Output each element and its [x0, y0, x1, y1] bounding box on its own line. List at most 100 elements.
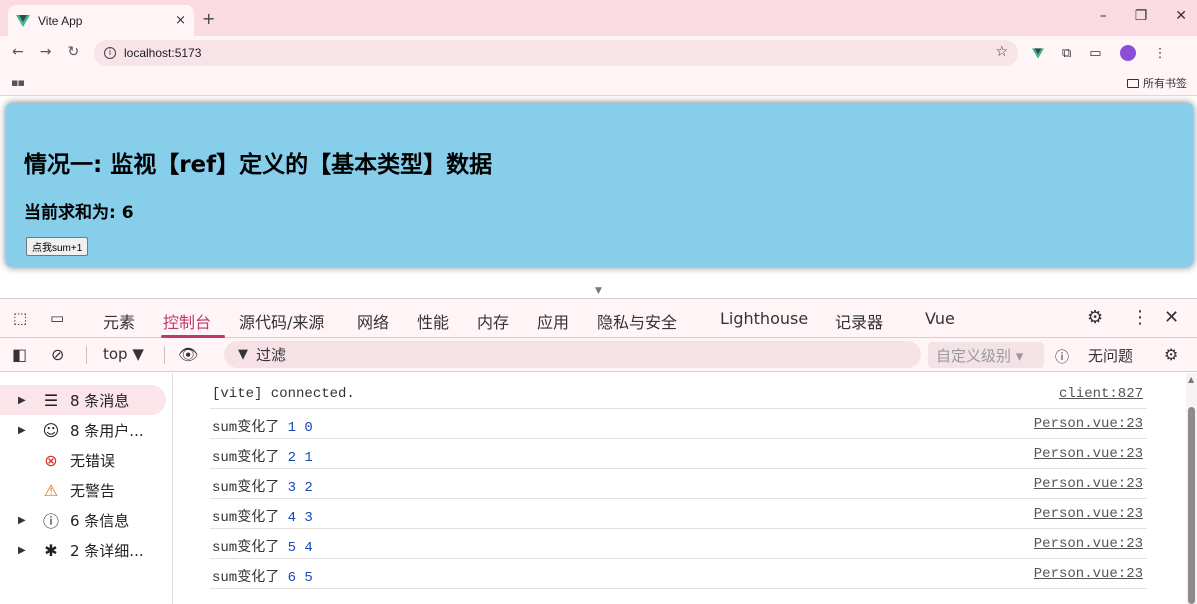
console-log-row: sum变化了 2 1 Person.vue:23 — [210, 439, 1147, 469]
console-sidebar: ▶ ☰ 8 条消息 ▶ ☺ 8 条用户... ⊗ 无错误 ⚠ 无警告 ▶ ⓘ 6 条信息 ▶ ✱ 2 条详细.… — [0, 373, 173, 604]
devtools-resize-handle[interactable]: ▼ — [595, 286, 602, 296]
browser-menu-icon[interactable]: ⋮ — [1154, 46, 1167, 61]
log-text: sum变化了 — [212, 480, 280, 496]
console-log-row: [vite] connected. client:827 — [210, 379, 1147, 409]
log-source-link[interactable]: Person.vue:23 — [1034, 506, 1143, 522]
expand-caret-icon[interactable]: ▶ — [18, 425, 32, 436]
browser-tab[interactable]: Vite App × — [8, 5, 194, 36]
devtools-tab-bar: ⬚ ▭ 元素 控制台 源代码/来源 网络 性能 内存 应用 隐私与安全 Ligh… — [0, 298, 1197, 338]
sum-text: 当前求和为: 6 — [24, 203, 134, 223]
tab-performance[interactable]: 性能 — [417, 309, 449, 333]
folder-icon — [1127, 78, 1139, 88]
reading-mode-icon[interactable]: ▭ — [1089, 46, 1101, 61]
scroll-up-icon[interactable]: ▲ — [1188, 375, 1194, 384]
console-log-row: sum变化了 3 2 Person.vue:23 — [210, 469, 1147, 499]
tab-memory[interactable]: 内存 — [477, 309, 509, 333]
devtools-close-icon[interactable]: ✕ — [1164, 307, 1179, 328]
console-scrollbar[interactable]: ▲ — [1186, 373, 1197, 604]
error-icon: ⊗ — [44, 450, 58, 470]
issues-info-icon: ⓘ — [1055, 350, 1069, 366]
log-text: [vite] connected. — [212, 386, 355, 402]
tab-elements[interactable]: 元素 — [103, 309, 135, 333]
sidebar-toggle-icon[interactable]: ◧ — [12, 345, 27, 364]
site-info-icon[interactable]: i — [104, 47, 116, 59]
log-values: 4 3 — [287, 510, 313, 526]
tab-privacy-security[interactable]: 隐私与安全 — [597, 309, 677, 333]
log-values: 5 4 — [287, 540, 313, 556]
context-selector[interactable]: top ▼ — [103, 345, 144, 363]
devtools-settings-icon[interactable]: ⚙ — [1087, 307, 1103, 328]
vue-devtools-extension-icon[interactable] — [1032, 47, 1044, 59]
minimize-button[interactable]: – — [1100, 8, 1107, 24]
log-source-link[interactable]: Person.vue:23 — [1034, 416, 1143, 432]
clear-console-icon[interactable]: ⊘ — [51, 345, 64, 364]
log-source-link[interactable]: Person.vue:23 — [1034, 536, 1143, 552]
forward-icon[interactable]: → — [40, 44, 52, 60]
expand-caret-icon[interactable]: ▶ — [18, 545, 32, 556]
console-messages: [vite] connected. client:827 sum变化了 1 0 Pe… — [174, 373, 1184, 604]
log-message: sum变化了 6 5 — [212, 566, 313, 586]
log-levels-dropdown[interactable]: 自定义级别 ▾ — [928, 342, 1044, 368]
url-omnibox[interactable]: i localhost:5173 ☆ — [94, 40, 1018, 66]
restore-button[interactable]: ❐ — [1135, 8, 1148, 24]
device-toolbar-icon[interactable]: ▭ — [50, 309, 64, 327]
tab-close-icon[interactable]: × — [175, 13, 186, 28]
log-text: sum变化了 — [212, 570, 280, 586]
page-heading: 情况一: 监视【ref】定义的【基本类型】数据 — [24, 152, 493, 178]
increment-sum-button[interactable]: 点我sum+1 — [26, 237, 89, 256]
sidebar-item-label: 8 条用户... — [70, 421, 144, 440]
user-icon: ☺ — [42, 420, 60, 440]
all-bookmarks-label: 所有书签 — [1143, 77, 1187, 90]
log-message: sum变化了 3 2 — [212, 476, 313, 496]
profile-avatar[interactable] — [1119, 45, 1136, 61]
page-viewport: 情况一: 监视【ref】定义的【基本类型】数据 当前求和为: 6 点我sum+1 — [0, 97, 1197, 282]
sidebar-item-label: 无错误 — [70, 451, 116, 470]
log-source-link[interactable]: Person.vue:23 — [1034, 476, 1143, 492]
bug-icon: ✱ — [44, 540, 58, 560]
issues-count[interactable]: 无问题 — [1088, 345, 1133, 366]
sidebar-filter-item[interactable]: ▶ ✱ 2 条详细... — [0, 535, 166, 565]
console-filter-input[interactable]: ▼ 过滤 — [224, 341, 921, 368]
sidebar-item-label: 无警告 — [70, 481, 116, 500]
log-source-link[interactable]: Person.vue:23 — [1034, 566, 1143, 582]
tab-sources[interactable]: 源代码/来源 — [239, 309, 324, 333]
log-source-link[interactable]: client:827 — [1059, 386, 1143, 402]
tab-network[interactable]: 网络 — [357, 309, 389, 333]
sidebar-filter-item[interactable]: ▶ ☺ 8 条用户... — [0, 415, 166, 445]
tab-console[interactable]: 控制台 — [163, 309, 211, 333]
sidebar-filter-item[interactable]: ⚠ 无警告 — [0, 475, 166, 505]
log-source-link[interactable]: Person.vue:23 — [1034, 446, 1143, 462]
console-log-row: sum变化了 1 0 Person.vue:23 — [210, 409, 1147, 439]
warning-icon: ⚠ — [43, 480, 59, 500]
extensions-icon[interactable]: ⧉ — [1062, 46, 1071, 61]
sidebar-filter-item[interactable]: ⊗ 无错误 — [0, 445, 166, 475]
person-card: 情况一: 监视【ref】定义的【基本类型】数据 当前求和为: 6 点我sum+1 — [6, 103, 1193, 267]
url-text: localhost:5173 — [124, 46, 202, 60]
log-message: sum变化了 2 1 — [212, 446, 313, 466]
log-text: sum变化了 — [212, 540, 280, 556]
live-expression-eye-icon[interactable]: 👁 — [178, 345, 198, 364]
tab-recorder[interactable]: 记录器 — [835, 309, 883, 333]
new-tab-button[interactable]: + — [202, 9, 215, 28]
back-icon[interactable]: ← — [12, 44, 24, 60]
expand-caret-icon[interactable]: ▶ — [18, 395, 32, 406]
close-window-button[interactable]: ✕ — [1175, 8, 1187, 24]
sidebar-item-label: 6 条信息 — [70, 511, 130, 530]
bookmark-star-icon[interactable]: ☆ — [995, 44, 1008, 60]
console-settings-icon[interactable]: ⚙ — [1164, 345, 1178, 364]
info-icon: ⓘ — [42, 512, 59, 531]
devtools-menu-icon[interactable]: ⋮ — [1131, 307, 1149, 328]
expand-caret-icon[interactable]: ▶ — [18, 515, 32, 526]
sidebar-filter-item[interactable]: ▶ ☰ 8 条消息 — [0, 385, 166, 415]
all-bookmarks-button[interactable]: 所有书签 — [1127, 75, 1187, 91]
scrollbar-thumb[interactable] — [1188, 407, 1195, 604]
sidebar-filter-item[interactable]: ▶ ⓘ 6 条信息 — [0, 505, 166, 535]
tab-vue[interactable]: Vue — [925, 309, 955, 328]
reload-icon[interactable]: ↻ — [67, 44, 79, 60]
tab-lighthouse[interactable]: Lighthouse — [720, 309, 808, 328]
list-icon: ☰ — [43, 390, 59, 410]
address-bar: ← → ↻ i localhost:5173 ☆ ⧉ ▭ ⋮ — [0, 36, 1197, 70]
apps-grid-icon[interactable]: ▪▪ — [11, 76, 25, 89]
tab-application[interactable]: 应用 — [537, 309, 569, 333]
inspect-element-icon[interactable]: ⬚ — [13, 309, 27, 327]
